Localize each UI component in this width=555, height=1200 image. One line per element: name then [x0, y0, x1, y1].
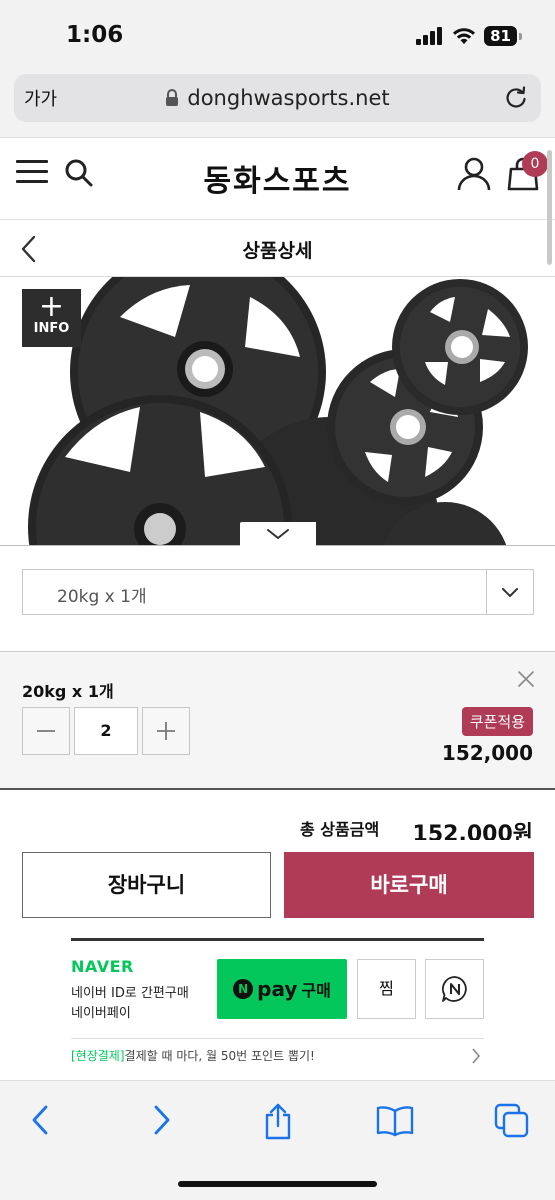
wishlist-button[interactable]: 찜 [357, 959, 416, 1019]
total-price-value: 152,000원 [412, 822, 533, 840]
total-price-row: 총 상품금액 152,000원 [0, 816, 555, 840]
quantity-input[interactable]: 2 [74, 707, 138, 755]
home-indicator [178, 1181, 377, 1187]
naver-logo: NAVER [71, 957, 134, 976]
info-label: INFO [33, 321, 70, 336]
naver-n-icon: N [233, 979, 254, 999]
wifi-icon [453, 28, 476, 44]
browser-forward-icon[interactable] [148, 1103, 174, 1137]
scroll-indicator[interactable] [547, 150, 552, 265]
chevron-right-icon [472, 1048, 481, 1064]
url-display: donghwasports.net [14, 86, 541, 110]
naver-promo-text: 결제할 때 마다, 월 50번 포인트 뽑기! [124, 1049, 315, 1063]
add-to-cart-button[interactable]: 장바구니 [22, 852, 271, 918]
option-dropdown-button[interactable] [486, 570, 533, 614]
status-icons: 81 [416, 26, 522, 46]
battery-indicator: 81 [484, 26, 522, 46]
expand-tab[interactable] [240, 522, 316, 546]
naver-description: 네이버 ID로 간편구매 [71, 986, 189, 1001]
option-select[interactable]: 20kg x 1개 [22, 569, 534, 615]
selected-option-price: 152,000 [441, 741, 533, 765]
selected-option-name: 20kg x 1개 [22, 682, 114, 701]
url-text[interactable]: donghwasports.net [187, 86, 389, 110]
address-bar[interactable]: 가가 donghwasports.net [14, 74, 541, 122]
product-image[interactable]: + INFO [0, 277, 555, 545]
status-bar: 1:06 81 [0, 0, 555, 70]
npay-buy-label: 구매 [301, 981, 331, 1000]
cart-count-badge: 0 [522, 151, 548, 177]
status-time: 1:06 [66, 22, 124, 48]
menu-icon[interactable] [16, 160, 48, 186]
browser-address-area: 가가 donghwasports.net [0, 70, 555, 138]
total-price-label: 총 상품금액 [300, 820, 380, 839]
coupon-apply-button[interactable]: 쿠폰적용 [461, 707, 533, 736]
naver-promo-tag: [현장결제] [71, 1049, 125, 1063]
tabs-icon[interactable] [494, 1103, 530, 1139]
quantity-decrease-button[interactable] [22, 707, 70, 755]
minus-icon [37, 730, 55, 732]
naver-pay-name: 네이버페이 [71, 1006, 131, 1021]
close-icon[interactable] [517, 670, 535, 688]
naver-pay-buy-button[interactable]: N pay 구매 [217, 959, 347, 1019]
buy-now-button[interactable]: 바로구매 [284, 852, 534, 918]
site-header: 동화스포츠 [0, 138, 555, 220]
plus-icon [157, 722, 175, 740]
naver-talk-icon [441, 976, 467, 1002]
plus-icon: + [38, 289, 65, 324]
reload-icon[interactable] [503, 85, 529, 111]
text-size-button[interactable]: 가가 [24, 85, 57, 111]
user-icon[interactable] [456, 156, 492, 192]
naver-pay-section: NAVER 네이버 ID로 간편구매 네이버페이 N pay 구매 찜 [현장결… [71, 938, 484, 1072]
page-title: 상품상세 [0, 236, 555, 263]
site-logo-text[interactable]: 동화스포츠 [204, 164, 352, 199]
browser-back-icon[interactable] [28, 1103, 54, 1137]
cellular-signal-icon [416, 27, 443, 45]
share-icon[interactable] [262, 1103, 294, 1141]
bookmarks-icon[interactable] [376, 1103, 414, 1137]
sub-header: 상품상세 [0, 220, 555, 277]
naver-talk-button[interactable] [425, 959, 484, 1019]
weight-plates-image [28, 277, 528, 545]
quantity-increase-button[interactable] [142, 707, 190, 755]
npay-word: pay [257, 977, 298, 1001]
page-title-text: 상품상세 [242, 240, 313, 262]
chevron-down-icon [267, 529, 289, 539]
info-button[interactable]: + INFO [22, 289, 81, 347]
option-selected-value: 20kg x 1개 [57, 587, 147, 607]
lock-icon [166, 89, 179, 106]
naver-promo-notice[interactable]: [현장결제]결제할 때 마다, 월 50번 포인트 뽑기! [71, 1038, 484, 1064]
back-arrow-icon[interactable] [18, 234, 40, 264]
chevron-down-icon [502, 588, 518, 597]
search-icon[interactable] [64, 158, 94, 188]
selected-option-panel: 20kg x 1개 2 쿠폰적용 152,000 [0, 651, 555, 790]
